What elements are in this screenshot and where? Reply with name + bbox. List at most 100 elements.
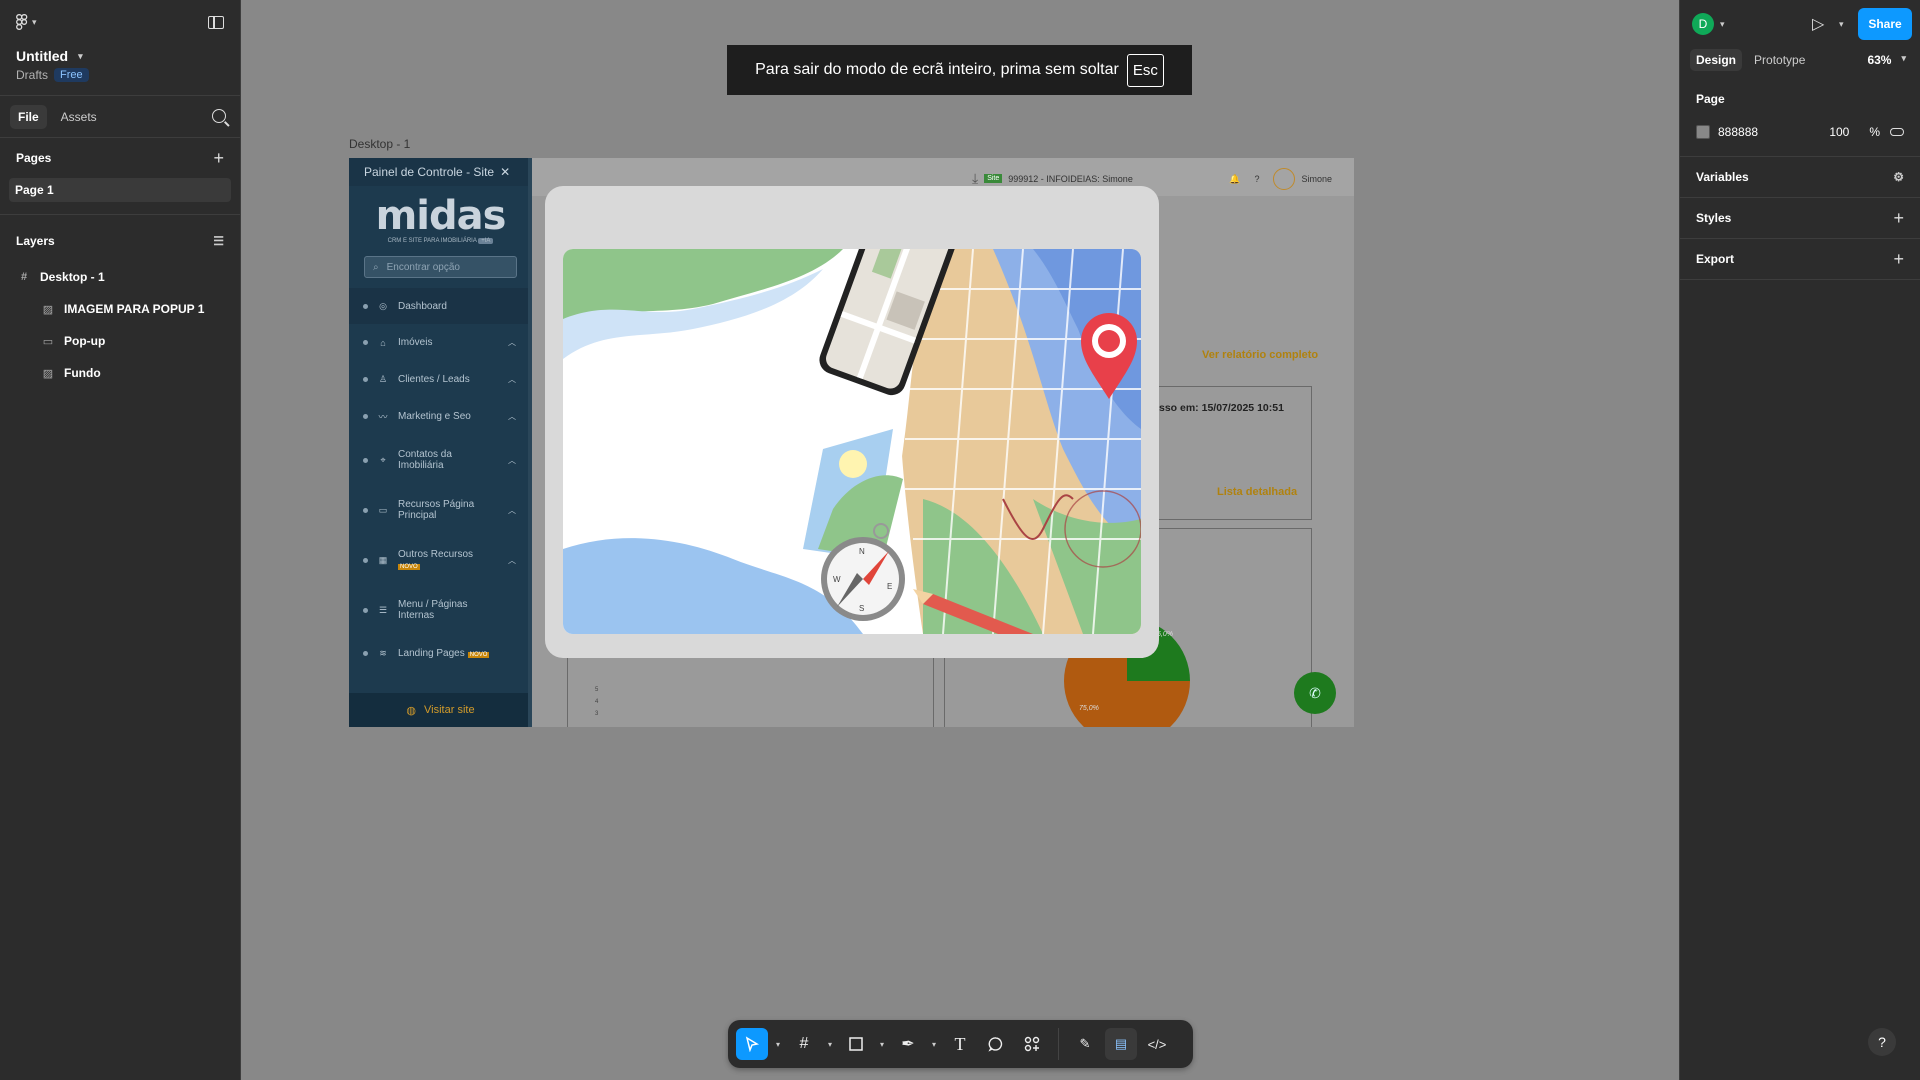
actions-tool-icon[interactable] [1016,1028,1048,1060]
pie-label: 5,0% [1157,631,1173,638]
access-text: sso em: 15/07/2025 10:51 [1159,402,1284,414]
frame-label[interactable]: Desktop - 1 [349,137,410,151]
chevron-down-icon[interactable]: ▾ [1839,19,1844,30]
bell-icon: 🔔 [1229,173,1241,184]
page-color-swatch[interactable] [1696,125,1710,139]
chevron-down-icon[interactable]: ▾ [876,1040,888,1049]
file-location[interactable]: Drafts [16,68,48,82]
search-icon: ⌕ [373,261,379,273]
scrollbar [528,158,532,727]
layer-item[interactable]: ▨ Fundo [0,357,240,389]
play-icon[interactable]: ▷ [1812,14,1824,34]
layers-icon: ≋ [379,647,387,658]
site-tag: Site [984,174,1003,183]
list-icon: ☰ [378,604,388,615]
comment-tool-icon[interactable] [980,1028,1012,1060]
chevron-down-icon: ▾ [78,50,83,61]
help-button[interactable]: ? [1868,1028,1896,1056]
move-tool-icon[interactable] [736,1028,768,1060]
eye-icon[interactable] [1890,128,1904,136]
right-panel: D ▾ ▷ ▾ Share Design Prototype 63% ▾ Pag… [1679,0,1920,1080]
styles-row[interactable]: Styles + [1680,198,1920,239]
dev-mode-icon[interactable]: </> [1141,1028,1173,1060]
sidebar-toggle-icon[interactable] [208,16,224,29]
page-opacity[interactable]: 100 [1829,125,1869,139]
pen-tool-icon[interactable]: ✒ [892,1028,924,1060]
trend-icon: 〰 [378,412,388,422]
chevron-up-icon: ︿ [508,412,516,421]
rectangle-tool-icon[interactable] [840,1028,872,1060]
mock-header-code: 999912 - INFOIDEIAS: Simone [1008,173,1133,184]
chevron-up-icon: ︿ [508,455,516,465]
frame-tool-icon[interactable]: # [788,1028,820,1060]
visit-site-link: ◍ Visitar site [349,693,532,727]
tab-design[interactable]: Design [1690,49,1743,71]
chevron-down-icon[interactable]: ▾ [824,1040,836,1049]
share-button[interactable]: Share [1858,8,1912,40]
variables-row[interactable]: Variables ⚙ [1680,157,1920,198]
styles-label: Styles [1696,211,1732,225]
mock-menu-item: ⌖ Contatos da Imobiliária ︿ [349,435,532,485]
tab-prototype[interactable]: Prototype [1748,49,1811,71]
zoom-control[interactable]: 63% ▾ [1867,53,1906,67]
layer-item[interactable]: ▭ Pop-up [0,325,240,357]
chevron-down-icon[interactable]: ▾ [1720,19,1725,30]
pie-label: 75,0% [1079,705,1099,712]
chevron-up-icon: ︿ [508,505,516,515]
chevron-down-icon[interactable]: ▾ [772,1040,784,1049]
mock-menu-item: ⌂ Imóveis ︿ [349,324,532,361]
mock-search-placeholder: Encontrar opção [386,261,460,273]
close-icon: ✕ [500,165,511,179]
globe-icon: ◎ [379,300,387,311]
page-item[interactable]: Page 1 [9,178,231,202]
chevron-up-icon: ︿ [508,375,516,384]
whatsapp-icon: ✆ [1294,672,1336,714]
text-tool-icon[interactable]: T [944,1028,976,1060]
home-icon: ⌂ [380,337,386,348]
add-export-icon[interactable]: + [1893,249,1904,270]
main-menu-button[interactable]: ▾ [16,14,37,30]
page-color-hex[interactable]: 888888 [1718,125,1829,139]
chevron-down-icon: ▾ [32,16,37,27]
chevron-down-icon[interactable]: ▾ [928,1040,940,1049]
design-mode-icon[interactable]: ▤ [1105,1028,1137,1060]
opacity-unit: % [1869,125,1880,139]
variables-settings-icon[interactable]: ⚙ [1893,170,1904,184]
map-illustration: N S W E [563,249,1141,634]
layers-title: Layers [16,234,55,248]
chevron-down-icon: ▾ [1901,53,1906,63]
mock-menu-item: ▦ Outros Recursos NOVO ︿ [349,535,532,585]
layer-item[interactable]: ▨ IMAGEM PARA POPUP 1 [0,293,240,325]
draw-mode-icon[interactable]: ✎ [1069,1028,1101,1060]
midas-logo: midas CRM E SITE PARA IMOBILIÁRIA +IA [375,193,506,244]
export-row[interactable]: Export + [1680,239,1920,280]
globe-icon: ◍ [406,704,417,717]
mock-menu-item: ♙ Clientes / Leads ︿ [349,361,532,398]
pages-title: Pages [16,151,52,165]
tab-assets[interactable]: Assets [53,105,105,129]
mock-user-name: Simone [1301,174,1332,184]
layer-item[interactable]: # Desktop - 1 [0,261,240,293]
search-icon[interactable] [212,109,226,123]
fullscreen-toast: Para sair do modo de ecrã inteiro, prima… [727,45,1192,95]
list-link: Lista detalhada [1217,486,1298,498]
popup-layer[interactable]: N S W E [545,186,1159,658]
report-link: Ver relatório completo [1202,349,1319,361]
figma-logo-icon [16,14,28,30]
layers-options-icon[interactable]: ☰ [213,234,224,248]
file-title[interactable]: Untitled ▾ [16,48,83,64]
add-page-icon[interactable]: + [213,148,224,169]
popup-image[interactable]: N S W E [563,249,1141,634]
left-panel: ▾ Untitled ▾ Drafts Free File Assets Pag… [0,0,241,1080]
avatar[interactable]: D [1692,13,1714,35]
tab-file[interactable]: File [10,104,47,129]
svg-text:E: E [887,582,892,591]
add-style-icon[interactable]: + [1893,208,1904,229]
layer-label: Pop-up [64,334,106,348]
frame-icon: # [20,271,28,283]
svg-text:W: W [833,575,841,584]
file-name: Untitled [16,48,69,64]
svg-text:S: S [859,604,864,613]
axis-tick: 3 [595,711,599,717]
layer-label: IMAGEM PARA POPUP 1 [64,302,205,316]
